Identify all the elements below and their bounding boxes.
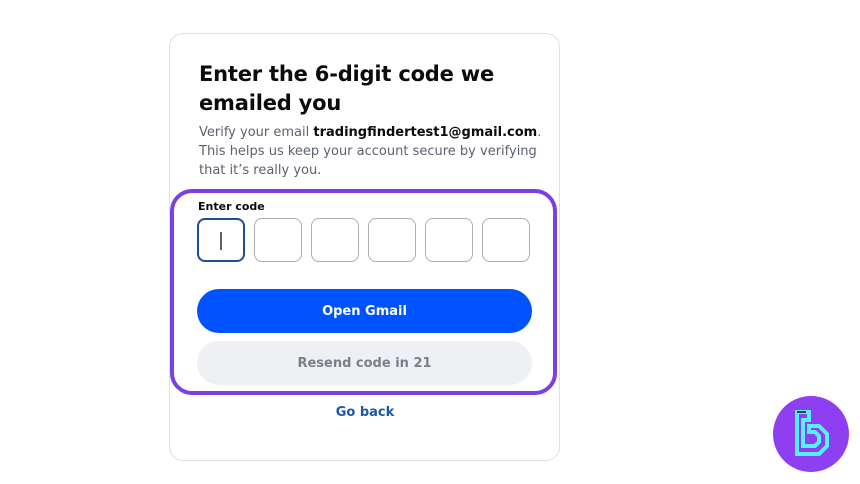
- page-title: Enter the 6-digit code we emailed you: [199, 62, 495, 115]
- code-label: Enter code: [198, 200, 265, 213]
- logo-graphic: [773, 396, 849, 472]
- description-prefix: Verify your email: [199, 125, 314, 140]
- code-digit-3[interactable]: [311, 218, 359, 262]
- email-address: tradingfindertest1@gmail.com: [313, 125, 538, 140]
- tradingfinder-logo-icon: [773, 396, 849, 472]
- resend-code-label: Resend code in 21: [297, 355, 432, 371]
- go-back-link[interactable]: Go back: [0, 405, 730, 420]
- code-digit-2[interactable]: [254, 218, 302, 262]
- code-digit-5[interactable]: [425, 218, 473, 262]
- text-caret: [220, 232, 222, 250]
- code-digit-4[interactable]: [368, 218, 416, 262]
- resend-code-button[interactable]: Resend code in 21: [197, 341, 532, 385]
- code-digit-1[interactable]: [197, 218, 245, 262]
- open-gmail-label: Open Gmail: [322, 303, 407, 319]
- open-gmail-button[interactable]: Open Gmail: [197, 289, 532, 333]
- code-digit-6[interactable]: [482, 218, 530, 262]
- verification-description: Verify your email tradingfindertest1@gma…: [199, 123, 544, 180]
